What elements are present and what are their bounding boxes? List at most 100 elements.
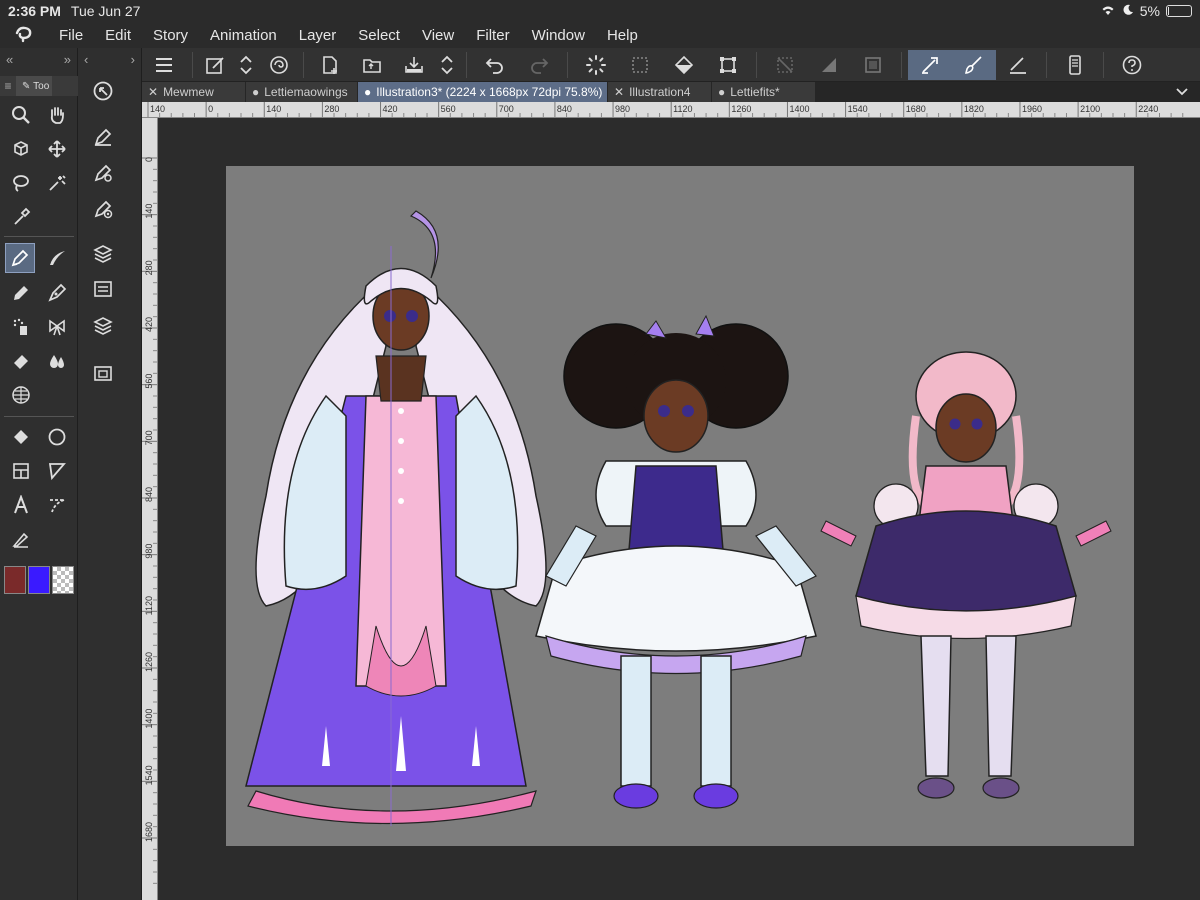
document-tabs: ✕ Mewmew ● Lettiemaowings ● Illustration3* …	[142, 82, 1200, 102]
tab-lettiemaowings[interactable]: ● Lettiemaowings	[246, 82, 358, 102]
menu-view[interactable]: View	[411, 27, 465, 44]
menu-window[interactable]: Window	[521, 27, 596, 44]
menu-animation[interactable]: Animation	[199, 27, 288, 44]
menu-filter[interactable]: Filter	[465, 27, 520, 44]
resize-arrows-icon[interactable]	[231, 50, 261, 80]
text-tool-icon[interactable]	[6, 490, 36, 520]
new-file-icon[interactable]	[310, 50, 350, 80]
pen-pressure-icon[interactable]	[908, 49, 952, 80]
save-icon[interactable]	[394, 50, 434, 80]
tool-tab[interactable]: ≡ ✎ Too	[0, 76, 78, 96]
blend-drops-icon[interactable]	[42, 346, 72, 376]
pencil-tool-icon[interactable]	[6, 278, 36, 308]
airbrush-icon[interactable]	[6, 312, 36, 342]
color-set-icon[interactable]	[88, 238, 118, 268]
panel-menu-icon[interactable]: ≡	[0, 79, 16, 93]
sub-color-swatch[interactable]	[28, 566, 50, 594]
move-tool-icon[interactable]	[42, 134, 72, 164]
pen-tool-icon[interactable]	[5, 243, 35, 273]
menu-help[interactable]: Help	[596, 27, 649, 44]
redo-icon[interactable]	[517, 50, 561, 80]
character-pink-braids	[820, 351, 1112, 799]
collapse-left-icon[interactable]: «	[6, 52, 13, 67]
tab-mewmew[interactable]: ✕ Mewmew	[142, 82, 246, 102]
ruler-label: 140	[266, 104, 281, 114]
fill-icon[interactable]	[662, 50, 706, 80]
ink-pen-icon[interactable]	[42, 278, 72, 308]
eraser-icon[interactable]	[6, 346, 36, 376]
loading-icon[interactable]	[574, 50, 618, 80]
selection-icon[interactable]	[618, 50, 662, 80]
speech-balloon-icon[interactable]	[42, 456, 72, 486]
brush-stroke-icon[interactable]	[42, 243, 72, 273]
tool-tab-text: Too	[33, 80, 50, 92]
menu-story[interactable]: Story	[142, 27, 199, 44]
save-arrows-icon[interactable]	[434, 50, 460, 80]
drawing-canvas[interactable]	[226, 166, 1134, 846]
tool-property-icon[interactable]	[88, 158, 118, 188]
panel-collapse-row: « »	[0, 48, 77, 70]
menu-edit[interactable]: Edit	[94, 27, 142, 44]
tab-illustration3[interactable]: ● Illustration3* (2224 x 1668px 72dpi 75.…	[358, 82, 608, 102]
tab-close-icon[interactable]: ●	[718, 85, 725, 99]
app-logo-icon[interactable]	[0, 25, 48, 45]
tab-label: Illustration4	[629, 85, 691, 99]
eyedropper-icon[interactable]	[6, 202, 36, 232]
spiral-icon[interactable]	[261, 50, 297, 80]
collapse-right-icon[interactable]: »	[64, 52, 71, 67]
menu-select[interactable]: Select	[347, 27, 411, 44]
ruler-label: 1260	[144, 652, 154, 672]
help-icon[interactable]	[1110, 50, 1154, 80]
tab-close-icon[interactable]: ✕	[148, 85, 158, 99]
select-all-icon[interactable]	[851, 50, 895, 80]
ruler-label: 1540	[848, 104, 868, 114]
sub-tool-pen-settings-icon[interactable]	[88, 122, 118, 152]
workspace[interactable]	[158, 118, 1200, 900]
brush-size-icon[interactable]	[88, 194, 118, 224]
tab-lettiefits[interactable]: ● Lettiefits*	[712, 82, 816, 102]
tab-close-icon[interactable]: ●	[252, 85, 259, 99]
new-canvas-icon[interactable]	[199, 50, 231, 80]
frame-border-icon[interactable]	[6, 456, 36, 486]
brush-icon[interactable]	[952, 49, 996, 80]
subpanel-collapse-left-icon[interactable]: ‹	[84, 52, 88, 67]
menu-bar: File Edit Story Animation Layer Select V…	[0, 22, 1200, 48]
ruler-label: 140	[144, 204, 154, 219]
ruler-label: 1680	[906, 104, 926, 114]
device-icon[interactable]	[1053, 50, 1097, 80]
perspective-grid-icon[interactable]	[6, 380, 36, 410]
menu-layer[interactable]: Layer	[288, 27, 348, 44]
material-icon[interactable]	[88, 358, 118, 388]
subpanel-collapse-right-icon[interactable]: ›	[131, 52, 135, 67]
ruler-tool-icon[interactable]	[42, 490, 72, 520]
main-color-swatch[interactable]	[4, 566, 26, 594]
open-folder-icon[interactable]	[350, 50, 394, 80]
undo-icon[interactable]	[473, 50, 517, 80]
tool-divider	[4, 236, 74, 237]
menu-file[interactable]: File	[48, 27, 94, 44]
decoration-ribbon-icon[interactable]	[42, 312, 72, 342]
layer-property-icon[interactable]	[88, 274, 118, 304]
navigator-icon[interactable]	[88, 76, 118, 106]
layers-icon[interactable]	[88, 310, 118, 340]
tab-close-icon[interactable]: ●	[364, 85, 371, 99]
ellipse-shape-icon[interactable]	[42, 422, 72, 452]
tab-illustration4[interactable]: ✕ Illustration4	[608, 82, 712, 102]
tabs-chevron-down-icon[interactable]	[1164, 82, 1200, 102]
magic-wand-icon[interactable]	[42, 168, 72, 198]
gradient-icon[interactable]	[807, 50, 851, 80]
ruler-pen-icon[interactable]	[996, 50, 1040, 80]
hand-tool-icon[interactable]	[42, 100, 72, 130]
ruler-label: 1540	[144, 765, 154, 785]
correction-line-icon[interactable]	[6, 524, 36, 554]
object-tool-icon[interactable]	[6, 134, 36, 164]
transform-icon[interactable]	[706, 50, 750, 80]
fill-bucket-icon[interactable]	[6, 422, 36, 452]
tab-close-icon[interactable]: ✕	[614, 85, 624, 99]
zoom-tool-icon[interactable]	[6, 100, 36, 130]
menu-icon[interactable]	[142, 50, 186, 80]
lasso-tool-icon[interactable]	[6, 168, 36, 198]
transparent-color-swatch[interactable]	[52, 566, 74, 594]
subpanel-collapse-row: ‹ ›	[78, 48, 141, 70]
deselect-icon[interactable]	[763, 50, 807, 80]
